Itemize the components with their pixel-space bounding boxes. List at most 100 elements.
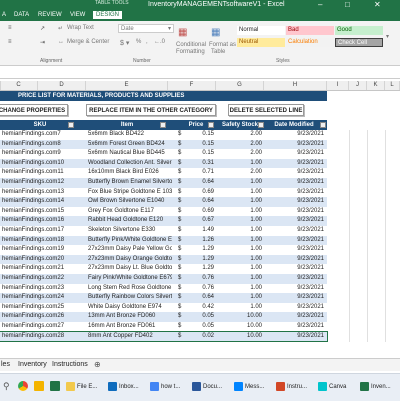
table-row[interactable]: hemianFindings.com21 27x23mm Daisy Lt. Bl…: [0, 264, 327, 274]
cell-sku[interactable]: hemianFindings.com22: [2, 274, 84, 284]
cell-item[interactable]: Owl Brown Silvertone E1040: [88, 197, 172, 207]
cell-date-modified[interactable]: 9/23/2021: [266, 149, 324, 159]
cell-date-modified[interactable]: 9/23/2021: [266, 168, 324, 178]
cell-item[interactable]: Butterfly Brown Enamel Silvertone E: [88, 178, 172, 188]
filter-item-dropdown[interactable]: [160, 122, 166, 128]
cell-item[interactable]: 5x6mm Nautical Blue BD445: [88, 149, 172, 159]
format-as-table-button[interactable]: Format as: [209, 42, 236, 48]
cell-price[interactable]: 0.15: [186, 149, 214, 159]
table-row[interactable]: hemianFindings.com17 Skeleton Silvertone …: [0, 226, 327, 236]
cell-price[interactable]: 0.42: [186, 303, 214, 313]
cell-sku[interactable]: hemianFindings.com17: [2, 226, 84, 236]
cell-item[interactable]: 13mm Ant Bronze FD060: [88, 312, 172, 322]
sheet-tab-sales[interactable]: les: [1, 361, 10, 368]
taskbar-item[interactable]: Instru...: [276, 379, 307, 396]
cell-price[interactable]: 0.71: [186, 168, 214, 178]
cell-sku[interactable]: hemianFindings.com18: [2, 236, 84, 246]
cell-safety-stock[interactable]: 1.00: [218, 159, 262, 169]
cell-currency[interactable]: $: [178, 168, 186, 178]
folder-icon[interactable]: [34, 381, 44, 391]
cell-date-modified[interactable]: 9/23/2021: [266, 274, 324, 284]
cell-item[interactable]: Grey Fox Goldtone E117: [88, 207, 172, 217]
cell-item[interactable]: 5x6mm Forest Green BD424: [88, 140, 172, 150]
cell-safety-stock[interactable]: 2.00: [218, 149, 262, 159]
cell-safety-stock[interactable]: 1.00: [218, 264, 262, 274]
cell-safety-stock[interactable]: 1.00: [218, 216, 262, 226]
filter-price-dropdown[interactable]: [208, 122, 214, 128]
cell-date-modified[interactable]: 9/23/2021: [266, 178, 324, 188]
cell-currency[interactable]: $: [178, 264, 186, 274]
cell-safety-stock[interactable]: 1.00: [218, 293, 262, 303]
cell-currency[interactable]: $: [178, 245, 186, 255]
cell-sku[interactable]: hemianFindings.com26: [2, 312, 84, 322]
tab-data[interactable]: DATA: [14, 12, 29, 18]
cell-item[interactable]: 16mm Ant Bronze FD061: [88, 322, 172, 332]
cell-sku[interactable]: hemianFindings.com8: [2, 140, 84, 150]
table-row[interactable]: hemianFindings.com9 5x6mm Nautical Blue B…: [0, 149, 327, 159]
cell-safety-stock[interactable]: 1.00: [218, 236, 262, 246]
cell-date-modified[interactable]: 9/23/2021: [266, 322, 324, 332]
delete-selected-line-button[interactable]: DELETE SELECTED LINE: [228, 104, 304, 116]
taskbar-item[interactable]: how t...: [150, 379, 180, 396]
styles-more-icon[interactable]: ▾: [386, 33, 389, 40]
cell-date-modified[interactable]: 9/23/2021: [266, 255, 324, 265]
cell-currency[interactable]: $: [178, 322, 186, 332]
table-row[interactable]: hemianFindings.com13 Fox Blue Stripe Gold…: [0, 188, 327, 198]
cell-safety-stock[interactable]: 10.00: [218, 332, 262, 342]
cell-price[interactable]: 0.64: [186, 178, 214, 188]
column-header-d[interactable]: D: [38, 81, 86, 90]
decimal-icon[interactable]: ←.0: [154, 39, 165, 45]
table-row[interactable]: hemianFindings.com12 Butterfly Brown Enam…: [0, 178, 327, 188]
cell-currency[interactable]: $: [178, 332, 186, 342]
close-icon[interactable]: ✕: [374, 0, 381, 9]
orientation-icon[interactable]: ↗: [40, 25, 45, 32]
cell-price[interactable]: 0.64: [186, 293, 214, 303]
cell-price[interactable]: 0.05: [186, 322, 214, 332]
cell-sku[interactable]: hemianFindings.com12: [2, 178, 84, 188]
cell-date-modified[interactable]: 9/23/2021: [266, 284, 324, 294]
cell-currency[interactable]: $: [178, 178, 186, 188]
cell-currency[interactable]: $: [178, 149, 186, 159]
cell-price[interactable]: 0.05: [186, 312, 214, 322]
cell-safety-stock[interactable]: 1.00: [218, 245, 262, 255]
change-properties-button[interactable]: CHANGE PROPERTIES: [0, 104, 68, 116]
cell-price[interactable]: 0.76: [186, 274, 214, 284]
cell-item[interactable]: Rabbit Head Goldtone E120: [88, 216, 172, 226]
taskbar-item[interactable]: Docu...: [192, 379, 222, 396]
cell-item[interactable]: Fairy Pink/White Goldtone E679: [88, 274, 172, 284]
cell-safety-stock[interactable]: 10.00: [218, 312, 262, 322]
column-header-c[interactable]: C: [0, 81, 38, 90]
cell-date-modified[interactable]: 9/23/2021: [266, 332, 324, 342]
excel-icon[interactable]: [50, 381, 60, 391]
cell-price[interactable]: 0.31: [186, 159, 214, 169]
cell-date-modified[interactable]: 9/23/2021: [266, 188, 324, 198]
cell-currency[interactable]: $: [178, 197, 186, 207]
cell-sku[interactable]: hemianFindings.com20: [2, 255, 84, 265]
column-header-j[interactable]: J: [349, 81, 367, 90]
style-check-cell[interactable]: Check Cell: [335, 38, 383, 47]
column-header-k[interactable]: K: [367, 81, 385, 90]
cell-safety-stock[interactable]: 1.00: [218, 284, 262, 294]
cell-item[interactable]: 27x23mm Daisy Orange Goldtone E: [88, 255, 172, 265]
cell-sku[interactable]: hemianFindings.com15: [2, 207, 84, 217]
cell-currency[interactable]: $: [178, 188, 186, 198]
tab-home[interactable]: A: [2, 12, 6, 18]
cell-safety-stock[interactable]: 1.00: [218, 303, 262, 313]
cell-price[interactable]: 1.49: [186, 226, 214, 236]
cell-sku[interactable]: hemianFindings.com16: [2, 216, 84, 226]
cell-date-modified[interactable]: 9/23/2021: [266, 245, 324, 255]
cell-item[interactable]: White Daisy Goldtone E974: [88, 303, 172, 313]
table-row[interactable]: hemianFindings.com25 White Daisy Goldtone…: [0, 303, 327, 313]
replace-item-button[interactable]: REPLACE ITEM IN THE OTHER CATEGORY: [86, 104, 216, 116]
table-row[interactable]: hemianFindings.com28 8mm Ant Copper FD402…: [0, 330, 328, 343]
cell-sku[interactable]: hemianFindings.com23: [2, 284, 84, 294]
cell-price[interactable]: 0.64: [186, 197, 214, 207]
style-normal[interactable]: Normal: [237, 26, 285, 35]
table-row[interactable]: hemianFindings.com15 Grey Fox Goldtone E1…: [0, 207, 327, 217]
cell-price[interactable]: 0.69: [186, 207, 214, 217]
cell-currency[interactable]: $: [178, 284, 186, 294]
align-left-icon[interactable]: ≡: [8, 39, 12, 45]
cell-price[interactable]: 0.02: [186, 332, 214, 342]
cell-date-modified[interactable]: 9/23/2021: [266, 226, 324, 236]
table-row[interactable]: hemianFindings.com27 16mm Ant Bronze FD06…: [0, 322, 327, 332]
